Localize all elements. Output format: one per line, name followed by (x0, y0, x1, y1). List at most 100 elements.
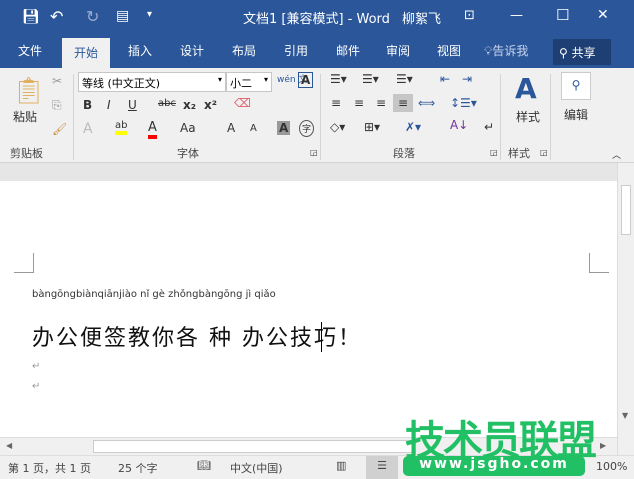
bullets-icon[interactable]: ☰▾ (330, 72, 347, 86)
zoom-level[interactable]: 100% (596, 460, 627, 473)
ribbon-display-button[interactable]: ⊡ (464, 8, 475, 23)
page-count[interactable]: 第 1 页，共 1 页 (8, 460, 91, 476)
margin-corner (589, 253, 609, 273)
tab-review[interactable]: 审阅 (386, 42, 410, 59)
paste-icon[interactable]: 📋︎ (12, 76, 45, 106)
asian-layout-icon[interactable]: ✗▾ (405, 120, 421, 134)
search-icon[interactable]: ⚲ (561, 72, 591, 100)
align-left-icon[interactable]: ≡ (331, 96, 341, 110)
print-layout-icon[interactable]: ☰ (366, 456, 398, 479)
editing-button[interactable]: 编辑 (564, 106, 588, 123)
styles-icon[interactable]: A (515, 72, 537, 105)
read-mode-icon[interactable]: ▥ (336, 459, 346, 472)
ruler-gap (0, 163, 617, 181)
change-case-button[interactable]: Aa (180, 121, 196, 135)
font-color-button[interactable]: A (148, 120, 157, 139)
person-icon: ⚲ (559, 46, 568, 60)
maximize-button[interactable]: ☐ (556, 6, 569, 24)
share-button[interactable]: ⚲ 共享 (553, 39, 611, 65)
underline-button[interactable]: U (128, 98, 137, 112)
group-label-font: 字体 (177, 147, 199, 160)
paragraph-mark: ↵ (32, 361, 41, 372)
styles-dialog-launcher[interactable]: ◲ (540, 148, 548, 157)
pinyin-line: bàngōngbiànqiānjiào nǐ gè zhǒngbàngōng j… (32, 289, 276, 300)
touch-mode-icon[interactable]: ▤ (116, 8, 129, 24)
tab-layout[interactable]: 布局 (232, 42, 256, 59)
group-label-paragraph: 段落 (393, 147, 415, 160)
italic-button[interactable]: I (107, 98, 111, 112)
save-icon[interactable]: 💾︎ (22, 9, 40, 25)
char-shading-button[interactable]: A (277, 121, 291, 135)
group-label-styles: 样式 (508, 147, 530, 160)
redo-icon[interactable]: ↻ (86, 7, 99, 26)
close-button[interactable]: ✕ (597, 7, 609, 23)
tab-insert[interactable]: 插入 (128, 42, 152, 59)
user-name[interactable]: 柳絮飞 (402, 8, 441, 27)
tell-me-button[interactable]: 💡︎告诉我 (484, 42, 528, 59)
grow-font-button[interactable]: A (227, 121, 235, 135)
font-name-combo[interactable]: 等线 (中文正文) ▾ (78, 72, 226, 92)
multilevel-list-icon[interactable]: ☰▾ (396, 72, 413, 86)
tab-view[interactable]: 视图 (437, 42, 461, 59)
copy-icon[interactable]: ⎘ (52, 98, 62, 113)
document-page[interactable]: bàngōngbiànqiānjiào nǐ gè zhǒngbàngōng j… (0, 181, 617, 437)
language-indicator[interactable]: 中文(中国) (230, 460, 283, 476)
subscript-button[interactable]: x₂ (183, 98, 196, 112)
text-effects-button[interactable]: A (83, 121, 93, 137)
text-cursor (321, 322, 322, 352)
paste-button[interactable]: 粘贴 (13, 108, 37, 125)
sort-icon[interactable]: A↓ (450, 118, 468, 132)
scroll-thumb[interactable] (93, 440, 413, 453)
align-center-icon[interactable]: ≡ (354, 96, 364, 110)
font-dialog-launcher[interactable]: ◲ (310, 148, 318, 157)
tab-references[interactable]: 引用 (284, 42, 308, 59)
tab-design[interactable]: 设计 (180, 42, 204, 59)
qat-customize-button[interactable]: ▾ (147, 9, 152, 20)
char-border-button[interactable]: A (298, 72, 314, 88)
strikethrough-button[interactable]: abc (158, 98, 176, 109)
proofing-icon[interactable]: 📖︎ (197, 459, 211, 472)
paragraph-dialog-launcher[interactable]: ◲ (490, 148, 498, 157)
scroll-right-arrow[interactable]: ▶ (600, 441, 606, 450)
distributed-icon[interactable]: ⟺ (418, 96, 435, 110)
cut-icon[interactable]: ✂ (52, 74, 62, 88)
collapse-ribbon-button[interactable]: ︿ (612, 148, 621, 161)
numbering-icon[interactable]: ☰▾ (362, 72, 379, 86)
tab-home[interactable]: 开始 (62, 38, 111, 68)
font-size-combo[interactable]: 小二 ▾ (226, 72, 272, 92)
justify-icon[interactable]: ≡ (393, 94, 414, 112)
format-painter-icon[interactable]: 🖌︎ (52, 122, 67, 136)
scroll-down-arrow[interactable]: ▼ (622, 411, 628, 420)
increase-indent-icon[interactable]: ⇥ (462, 72, 472, 86)
decrease-indent-icon[interactable]: ⇤ (440, 72, 450, 86)
line-spacing-icon[interactable]: ↕☰▾ (450, 96, 477, 110)
ribbon: 📋︎ 粘贴 ✂ ⎘ 🖌︎ 剪贴板 等线 (中文正文) ▾ 小二 ▾ wén 文 A … (0, 68, 634, 163)
scroll-thumb[interactable] (621, 185, 631, 235)
show-marks-icon[interactable]: ↵ (484, 120, 494, 134)
bold-button[interactable]: B (83, 98, 92, 112)
align-right-icon[interactable]: ≡ (376, 96, 386, 110)
borders-icon[interactable]: ⊞▾ (364, 120, 380, 134)
undo-icon[interactable]: ↶ (50, 7, 63, 26)
highlight-button[interactable]: ab (115, 120, 128, 135)
tab-file[interactable]: 文件 (18, 42, 42, 59)
tab-mailings[interactable]: 邮件 (336, 42, 360, 59)
shading-icon[interactable]: ◇▾ (330, 120, 345, 134)
document-text[interactable]: 办公便签教你各 种 办公技巧！ (32, 320, 362, 352)
scroll-left-arrow[interactable]: ◀ (6, 441, 12, 450)
ribbon-tabs: 文件 开始 插入 设计 布局 引用 邮件 审阅 视图 💡︎告诉我 ⚲ 共享 (0, 36, 634, 68)
minimize-button[interactable]: — (510, 8, 523, 23)
clear-formatting-icon[interactable]: ⌫ (234, 96, 251, 110)
vertical-scrollbar[interactable]: ▼ (617, 163, 634, 455)
title-bar: 💾︎ ↶ ↻ ▤ ▾ 文档1 [兼容模式] - Word 柳絮飞 ⊡ — ☐ ✕ (0, 0, 634, 36)
paragraph-mark: ↵ (32, 381, 41, 392)
word-count[interactable]: 25 个字 (118, 460, 158, 476)
window-title: 文档1 [兼容模式] - Word (243, 12, 390, 27)
styles-button[interactable]: 样式 (516, 108, 540, 125)
margin-corner (14, 253, 34, 273)
enclose-chars-button[interactable]: 字 (299, 120, 315, 137)
shrink-font-button[interactable]: A (250, 123, 257, 134)
superscript-button[interactable]: x² (204, 98, 217, 112)
watermark-url: www.jsgho.com (403, 456, 585, 476)
group-label-clipboard: 剪贴板 (10, 147, 43, 160)
